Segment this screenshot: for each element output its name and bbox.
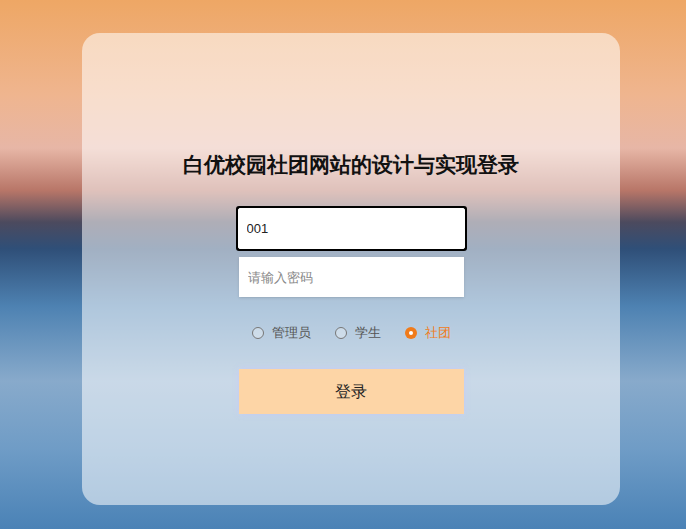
login-button[interactable]: 登录 [239, 369, 464, 414]
radio-circle[interactable] [252, 327, 264, 339]
role-label: 学生 [355, 323, 381, 343]
login-card: 白优校园社团网站的设计与实现登录 管理员 学生 社团 登录 [82, 33, 620, 505]
role-radio[interactable]: 社团 [405, 323, 451, 343]
role-label: 管理员 [272, 323, 311, 343]
role-radio[interactable]: 管理员 [252, 323, 311, 343]
radio-dot [409, 331, 413, 335]
username-input[interactable] [238, 208, 465, 249]
page-title: 白优校园社团网站的设计与实现登录 [183, 151, 519, 179]
role-radio-group: 管理员 学生 社团 [252, 324, 451, 342]
role-radio[interactable]: 学生 [335, 323, 381, 343]
radio-circle[interactable] [405, 327, 417, 339]
username-field-frame [236, 206, 467, 251]
password-input[interactable] [239, 257, 464, 297]
radio-circle[interactable] [335, 327, 347, 339]
background: 白优校园社团网站的设计与实现登录 管理员 学生 社团 登录 [0, 0, 686, 529]
role-label: 社团 [425, 323, 451, 343]
